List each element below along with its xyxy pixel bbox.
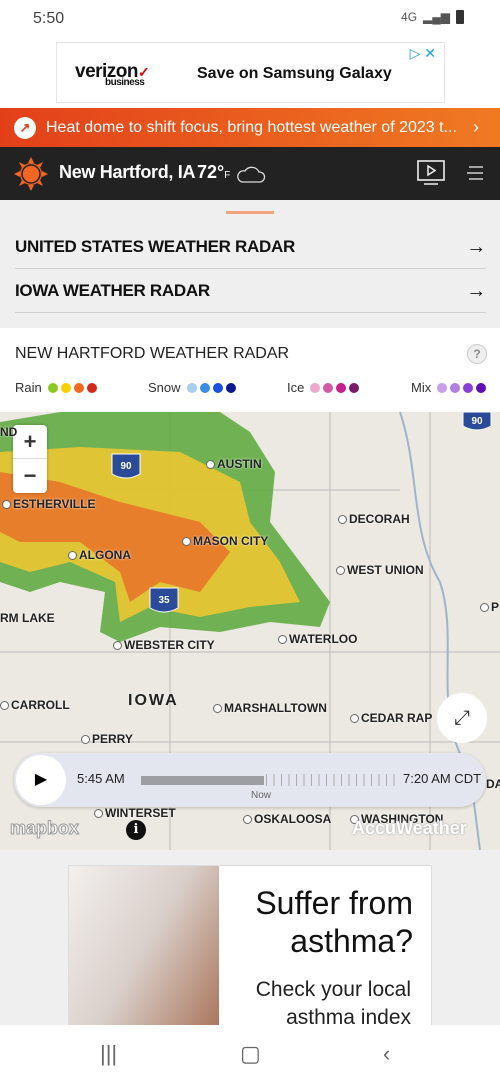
legend-swatch	[349, 382, 360, 393]
signal-icon: ▂▄▆	[423, 10, 450, 24]
ad-subtext: Check your local asthma index	[255, 978, 411, 1029]
legend-swatch	[463, 382, 474, 393]
radar-timeline: ▶ 5:45 AM Now 7:20 AM CDT	[14, 753, 486, 807]
city-label: WEBSTER CITY	[113, 638, 215, 652]
city-label: WINTERSET	[94, 806, 176, 820]
adchoices-icon[interactable]: ▷	[410, 45, 421, 61]
radar-links: UNITED STATES WEATHER RADAR → IOWA WEATHE…	[0, 200, 500, 328]
zoom-controls: + −	[13, 425, 47, 493]
timeline-progress[interactable]	[141, 776, 264, 785]
play-icon: ▶	[34, 771, 48, 788]
legend-ice: Ice	[287, 380, 360, 395]
city-label: WATERLOO	[278, 632, 357, 646]
trending-arrow-icon: ↗	[14, 116, 36, 139]
legend-swatch	[47, 382, 58, 393]
city-label: MARSHALLTOWN	[213, 701, 327, 715]
timeline-forecast-ticks[interactable]	[266, 774, 396, 786]
hamburger-menu-icon[interactable]	[467, 165, 483, 181]
legend-mix: Mix	[411, 380, 487, 395]
ad-logo: verizon✓ business	[75, 61, 150, 88]
accuweather-sun-logo[interactable]	[14, 157, 48, 191]
city-label: ND	[0, 425, 18, 439]
city-label: WEST UNION	[336, 563, 424, 577]
current-temp: 72°F	[197, 162, 231, 182]
radar-title: NEW HARTFORD WEATHER RADAR	[15, 345, 290, 362]
mapbox-logo[interactable]: mapbox	[9, 818, 79, 839]
top-ad[interactable]: verizon✓ business Save on Samsung Galaxy …	[56, 42, 445, 103]
legend-snow: Snow	[148, 380, 236, 395]
city-label: DECORAH	[338, 512, 410, 526]
radar-map[interactable]: 90 35 90 + − AUSTIN ESTHERVILLE DECORAH A…	[0, 412, 500, 850]
now-label: Now	[251, 790, 272, 801]
us-weather-radar-link[interactable]: UNITED STATES WEATHER RADAR →	[15, 226, 486, 269]
home-icon[interactable]: ▢	[240, 1041, 261, 1067]
iowa-weather-radar-link[interactable]: IOWA WEATHER RADAR →	[15, 270, 486, 313]
legend-swatch	[476, 382, 487, 393]
info-icon[interactable]: i	[126, 820, 146, 840]
city-label: PERRY	[81, 732, 133, 746]
back-icon[interactable]: ‹	[383, 1041, 390, 1067]
ad-image	[69, 866, 219, 1029]
legend-swatch	[86, 382, 97, 393]
legend-swatch	[186, 382, 197, 393]
city-label: CARROLL	[0, 698, 70, 712]
legend-swatch	[323, 382, 334, 393]
legend-swatch	[437, 382, 448, 393]
legend-swatch	[225, 382, 236, 393]
close-icon[interactable]: ✕	[424, 45, 436, 61]
fullscreen-button[interactable]: ⤢	[437, 693, 487, 743]
arrow-right-icon: →	[466, 235, 486, 258]
highway-shield: 90	[120, 461, 132, 472]
recent-apps-icon[interactable]: |||	[100, 1041, 117, 1067]
battery-icon	[456, 10, 464, 24]
accuweather-watermark: AccuWeather	[352, 818, 467, 838]
clock: 5:50	[33, 10, 65, 27]
legend-swatch	[212, 382, 223, 393]
city-label: CEDAR RAP	[350, 711, 432, 725]
legend-swatch	[73, 382, 84, 393]
app-header: New Hartford, IA 72°F	[0, 147, 500, 200]
status-bar: 5:50 4G ▂▄▆	[0, 0, 500, 40]
tab-indicator	[226, 211, 274, 214]
legend-swatch	[336, 382, 347, 393]
zoom-out-button[interactable]: −	[13, 459, 47, 493]
asthma-ad[interactable]: Suffer from asthma? Check your local ast…	[68, 865, 432, 1030]
city-label: ESTHERVILLE	[2, 497, 95, 511]
cloud-icon	[237, 166, 266, 183]
ad-headline: Suffer from asthma?	[255, 885, 413, 959]
city-label: DA	[486, 777, 500, 791]
help-icon[interactable]: ?	[467, 344, 487, 364]
highway-shield: 90	[471, 416, 483, 427]
city-label: ALGONA	[68, 548, 131, 562]
legend-swatch	[60, 382, 71, 393]
state-label: IOWA	[128, 692, 179, 709]
expand-icon: ⤢	[454, 707, 470, 729]
arrow-right-icon: →	[466, 279, 486, 302]
ad-area: Suffer from asthma? Check your local ast…	[0, 850, 500, 1030]
legend-swatch	[450, 382, 461, 393]
radar-header: NEW HARTFORD WEATHER RADAR ? Rain Snow I…	[0, 328, 500, 412]
highway-shield: 35	[158, 595, 170, 606]
ad-copy: Save on Samsung Galaxy	[197, 65, 392, 81]
timeline-end: 7:20 AM CDT	[403, 771, 482, 786]
play-button[interactable]: ▶	[16, 755, 66, 805]
zoom-in-button[interactable]: +	[13, 425, 47, 459]
legend-swatch	[199, 382, 210, 393]
legend-rain: Rain	[15, 380, 97, 395]
city-label: OSKALOOSA	[243, 812, 331, 826]
location-name[interactable]: New Hartford, IA	[59, 162, 196, 183]
legend-swatch	[310, 382, 321, 393]
news-banner[interactable]: ↗ Heat dome to shift focus, bring hottes…	[0, 108, 500, 147]
network-icon: 4G	[401, 10, 418, 24]
timeline-start: 5:45 AM	[77, 771, 125, 786]
city-label: P	[480, 600, 499, 614]
city-label: AUSTIN	[206, 457, 262, 471]
city-label: RM LAKE	[0, 611, 55, 625]
city-label: MASON CITY	[182, 534, 268, 548]
banner-text: Heat dome to shift focus, bring hottest …	[46, 118, 457, 136]
android-nav-bar: ||| ▢ ‹	[0, 1025, 500, 1084]
video-play-icon[interactable]	[417, 160, 445, 186]
chevron-right-icon: ›	[473, 117, 479, 137]
